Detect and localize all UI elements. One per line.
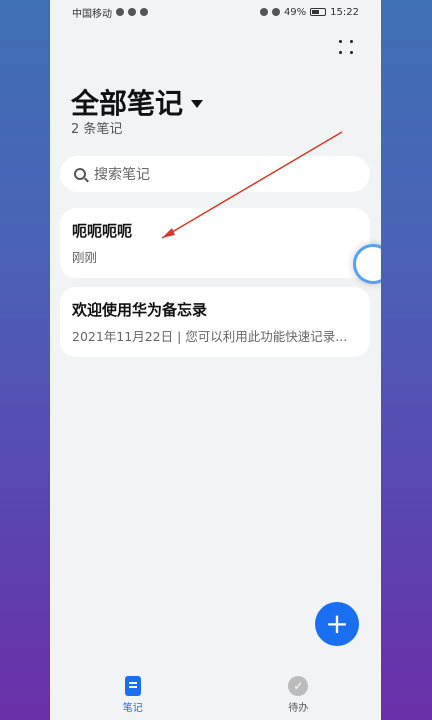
carrier-label: 中国移动 [72,8,112,20]
note-card[interactable]: 欢迎使用华为备忘录 2021年11月22日 | 您可以利用此功能快速记录... [60,287,370,357]
note-title: 欢迎使用华为备忘录 [72,301,208,319]
signal-icon [116,8,124,16]
notes-icon [124,676,141,696]
battery-icon [310,8,327,16]
search-placeholder: 搜索笔记 [94,167,150,183]
status-bar: 中国移动 49% 15:22 [50,0,381,24]
message-icon [140,8,148,16]
mute-icon [271,8,280,16]
note-card[interactable]: 呃呃呃呃 刚刚 [60,208,370,278]
page-title: 全部笔记 [71,87,184,120]
bluetooth-icon [259,8,268,16]
wifi-icon [128,8,136,16]
status-right: 49% 15:22 [259,6,359,18]
nav-todo[interactable]: ✓ 待办 [288,676,309,714]
dropdown-caret-icon [191,100,204,108]
more-options-icon[interactable] [339,40,355,56]
note-title: 呃呃呃呃 [72,222,133,240]
nav-notes-label: 笔记 [122,703,143,714]
nav-todo-label: 待办 [288,703,309,714]
notes-app-screen: 中国移动 49% 15:22 全部笔记 2 条笔记 搜索笔记 呃呃呃呃 刚刚 欢… [50,0,381,720]
status-left: 中国移动 [72,5,148,20]
search-icon [74,168,86,180]
battery-percent: 49% [283,6,307,18]
floating-assistant-icon[interactable] [353,244,381,284]
check-circle-icon: ✓ [288,676,309,696]
bottom-nav: 笔记 ✓ 待办 [50,670,381,720]
clock: 15:22 [330,6,359,18]
nav-notes[interactable]: 笔记 [123,676,143,714]
note-subtitle: 2021年11月22日 | 您可以利用此功能快速记录... [72,329,348,344]
note-count: 2 条笔记 [71,122,123,137]
title-dropdown[interactable]: 全部笔记 [71,82,204,122]
add-note-button[interactable]: + [315,602,359,646]
note-subtitle: 刚刚 [72,250,98,265]
search-bar[interactable]: 搜索笔记 [60,156,370,192]
